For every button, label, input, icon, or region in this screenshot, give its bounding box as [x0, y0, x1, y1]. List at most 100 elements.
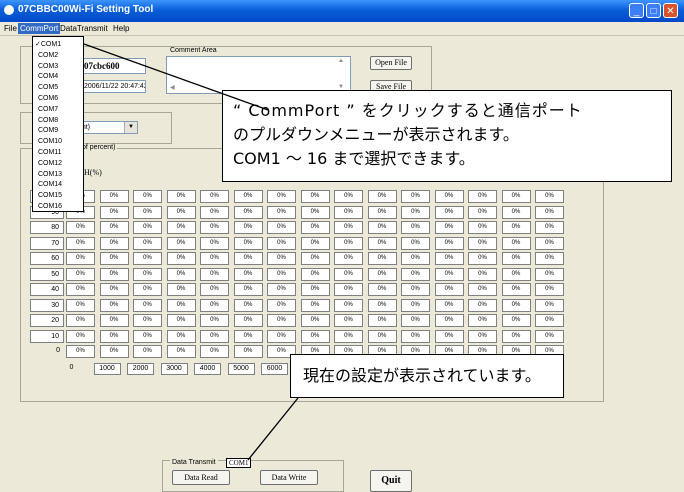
grid-cell[interactable]: 0%	[166, 252, 196, 265]
grid-cell[interactable]: 0%	[501, 329, 531, 343]
grid-cell[interactable]: 0%	[468, 314, 497, 327]
scroll-left-icon[interactable]: ◀	[170, 84, 175, 91]
grid-cell[interactable]: 0%	[434, 298, 464, 312]
grid-cell[interactable]: 0%	[501, 190, 531, 203]
grid-cell[interactable]: 0%	[233, 298, 263, 312]
grid-cell[interactable]: 0%	[66, 221, 95, 234]
scroll-up-icon[interactable]: ▲	[338, 58, 344, 64]
grid-cell[interactable]: 0%	[200, 283, 229, 296]
grid-cell[interactable]: 0%	[334, 236, 363, 250]
grid-cell[interactable]: 0%	[501, 298, 531, 312]
grid-cell[interactable]: 0%	[401, 190, 430, 203]
name-field[interactable]: 07cbc600	[80, 58, 146, 74]
grid-cell[interactable]: 0%	[233, 314, 263, 327]
grid-cell[interactable]: 0%	[200, 267, 229, 281]
grid-cell[interactable]: 0%	[468, 267, 497, 281]
grid-cell[interactable]: 0%	[133, 190, 162, 203]
grid-cell[interactable]: 0%	[166, 236, 196, 250]
grid-cell[interactable]: 0%	[501, 283, 531, 296]
grid-cell[interactable]: 0%	[66, 345, 95, 358]
grid-cell[interactable]: 0%	[99, 252, 129, 265]
grid-cell[interactable]: 0%	[233, 236, 263, 250]
grid-cell[interactable]: 0%	[401, 314, 430, 327]
grid-cell[interactable]: 0%	[166, 267, 196, 281]
grid-cell[interactable]: 0%	[367, 314, 397, 327]
grid-cell[interactable]: 0%	[535, 252, 564, 265]
grid-cell[interactable]: 0%	[334, 205, 363, 219]
grid-cell[interactable]: 0%	[367, 329, 397, 343]
grid-cell[interactable]: 0%	[434, 190, 464, 203]
grid-cell[interactable]: 0%	[133, 205, 162, 219]
grid-cell[interactable]: 0%	[300, 298, 330, 312]
grid-cell[interactable]: 0%	[434, 205, 464, 219]
dropdown-item-com9[interactable]: COM9	[33, 125, 83, 136]
grid-cell[interactable]: 0%	[267, 267, 296, 281]
grid-cell[interactable]: 0%	[434, 221, 464, 234]
grid-cell[interactable]: 0%	[166, 329, 196, 343]
grid-cell[interactable]: 0%	[133, 221, 162, 234]
dropdown-item-com1[interactable]: ✓COM1	[33, 39, 83, 50]
grid-cell[interactable]: 0%	[267, 314, 296, 327]
grid-cell[interactable]: 0%	[200, 190, 229, 203]
grid-cell[interactable]: 0%	[300, 267, 330, 281]
grid-cell[interactable]: 0%	[267, 221, 296, 234]
grid-cell[interactable]: 0%	[166, 283, 196, 296]
grid-cell[interactable]: 0%	[367, 236, 397, 250]
grid-cell[interactable]: 0%	[367, 298, 397, 312]
grid-cell[interactable]: 0%	[535, 298, 564, 312]
grid-cell[interactable]: 0%	[300, 190, 330, 203]
menu-commport[interactable]: CommPort	[18, 23, 61, 34]
dropdown-item-com12[interactable]: COM12	[33, 158, 83, 169]
grid-cell[interactable]: 0%	[66, 298, 95, 312]
grid-cell[interactable]: 0%	[99, 329, 129, 343]
grid-cell[interactable]: 0%	[535, 314, 564, 327]
grid-cell[interactable]: 0%	[267, 190, 296, 203]
grid-cell[interactable]: 0%	[133, 314, 162, 327]
grid-cell[interactable]: 0%	[501, 205, 531, 219]
grid-cell[interactable]: 0%	[300, 236, 330, 250]
grid-cell[interactable]: 0%	[401, 221, 430, 234]
grid-cell[interactable]: 0%	[468, 236, 497, 250]
grid-cell[interactable]: 0%	[233, 329, 263, 343]
grid-cell[interactable]: 0%	[535, 205, 564, 219]
grid-cell[interactable]: 0%	[133, 345, 162, 358]
grid-cell[interactable]: 0%	[501, 267, 531, 281]
grid-cell[interactable]: 0%	[468, 329, 497, 343]
grid-cell[interactable]: 0%	[233, 267, 263, 281]
grid-cell[interactable]: 0%	[99, 267, 129, 281]
grid-cell[interactable]: 0%	[334, 298, 363, 312]
grid-cell[interactable]: 0%	[233, 205, 263, 219]
grid-cell[interactable]: 0%	[133, 267, 162, 281]
grid-cell[interactable]: 0%	[200, 236, 229, 250]
grid-cell[interactable]: 0%	[334, 252, 363, 265]
grid-cell[interactable]: 0%	[267, 236, 296, 250]
grid-cell[interactable]: 0%	[300, 252, 330, 265]
grid-cell[interactable]: 0%	[434, 329, 464, 343]
grid-cell[interactable]: 0%	[468, 252, 497, 265]
grid-cell[interactable]: 0%	[468, 205, 497, 219]
dropdown-item-com14[interactable]: COM14	[33, 179, 83, 190]
open-file-button[interactable]: Open File	[370, 56, 412, 70]
grid-cell[interactable]: 0%	[233, 221, 263, 234]
grid-cell[interactable]: 0%	[99, 345, 129, 358]
grid-cell[interactable]: 0%	[334, 314, 363, 327]
grid-cell[interactable]: 0%	[166, 314, 196, 327]
dropdown-item-com16[interactable]: COM16	[33, 201, 83, 212]
grid-cell[interactable]: 0%	[334, 221, 363, 234]
menu-file[interactable]: File	[2, 23, 19, 34]
grid-cell[interactable]: 0%	[434, 314, 464, 327]
grid-cell[interactable]: 0%	[334, 283, 363, 296]
grid-cell[interactable]: 0%	[367, 267, 397, 281]
dropdown-item-com3[interactable]: COM3	[33, 61, 83, 72]
datetime-field[interactable]: 2006/11/22 20:47:42	[80, 80, 146, 93]
grid-cell[interactable]: 0%	[535, 329, 564, 343]
grid-cell[interactable]: 0%	[434, 252, 464, 265]
dropdown-item-com5[interactable]: COM5	[33, 82, 83, 93]
grid-cell[interactable]: 0%	[300, 221, 330, 234]
dropdown-item-com7[interactable]: COM7	[33, 104, 83, 115]
grid-cell[interactable]: 0%	[300, 283, 330, 296]
grid-cell[interactable]: 0%	[99, 221, 129, 234]
grid-cell[interactable]: 0%	[166, 190, 196, 203]
grid-cell[interactable]: 0%	[535, 221, 564, 234]
data-write-button[interactable]: Data Write	[260, 470, 318, 485]
